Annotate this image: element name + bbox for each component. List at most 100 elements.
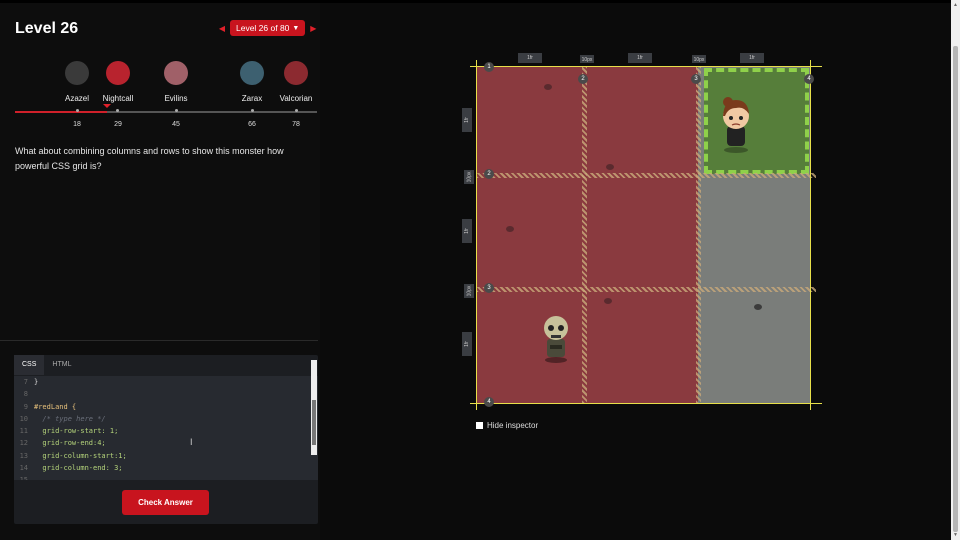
column-gap (696, 66, 701, 403)
column-size-tag: 1fr (740, 53, 764, 63)
tab-css[interactable]: CSS (14, 355, 45, 375)
code-line[interactable]: 7} (14, 376, 318, 388)
code-area[interactable]: 7} 8 9 #redLand {10 /* type here */11 grid-… (14, 376, 318, 480)
line-number: 10 (19, 414, 28, 423)
grid-line-number: 2 (484, 169, 494, 179)
scroll-down-icon[interactable]: ▼ (953, 532, 958, 538)
code-line[interactable]: 13 grid-column-start:1; (14, 450, 318, 462)
code-line[interactable]: 10 /* type here */ (14, 413, 318, 425)
boss-level: 29 (114, 121, 122, 128)
code-line[interactable]: 8 (14, 388, 318, 400)
boss-name: Nightcall (102, 94, 134, 103)
grid-line-number: 4 (804, 74, 814, 84)
check-answer-button[interactable]: Check Answer (122, 490, 209, 515)
grid-line-number: 3 (691, 74, 701, 84)
scroll-up-icon[interactable]: ▲ (953, 2, 958, 8)
page-scrollbar[interactable]: ▲ ▼ (951, 0, 960, 540)
row-size-tag: 10px (464, 284, 474, 298)
instruction-text: What about combining columns and rows to… (15, 146, 284, 171)
tick (116, 109, 119, 112)
code-text[interactable]: grid-row-start: 1; (34, 425, 118, 437)
boss-evilins[interactable]: Evilins (151, 61, 201, 103)
row-size-tag: 1fr (462, 332, 472, 356)
code-text[interactable]: grid-column-start:1; (34, 450, 126, 462)
line-number: 7 (23, 378, 28, 386)
level-navigation: ◀ Level 26 of 80 ▼ ▶ (218, 20, 317, 36)
i-beam-cursor-icon: I (190, 437, 193, 447)
progress-track (15, 109, 317, 113)
game-board: 1fr 10px 1fr 10px 1fr 1fr 10px 1fr 10px … (462, 53, 822, 410)
code-text[interactable]: /* type here */ (34, 413, 105, 425)
rock (754, 304, 762, 310)
grid-line-number: 3 (484, 283, 494, 293)
code-line[interactable]: 9 #redLand { (14, 401, 318, 413)
grid-line (470, 403, 822, 404)
boss-icon (284, 61, 308, 85)
column-size-tag: 1fr (518, 53, 542, 63)
boss-valcorian[interactable]: Valcorian (271, 61, 321, 103)
left-panel: Level 26 ◀ Level 26 of 80 ▼ ▶ Azazel Nig… (0, 3, 320, 540)
grid-area: 1fr 10px 1fr 10px 1fr 1fr 10px 1fr 10px … (462, 53, 816, 403)
boss-level: 78 (292, 121, 300, 128)
boss-level: 18 (73, 121, 81, 128)
tick (76, 109, 79, 112)
code-line[interactable]: 15 (14, 474, 318, 480)
line-number: 14 (19, 464, 28, 473)
rock (506, 226, 514, 232)
code-text[interactable]: } (34, 376, 38, 388)
rock (604, 298, 612, 304)
page-scrollbar-thumb[interactable] (953, 46, 958, 532)
column-gap (582, 66, 587, 403)
row-size-tag: 10px (464, 170, 474, 184)
boss-icon (106, 61, 130, 85)
boss-zarax[interactable]: Zarax (227, 61, 277, 103)
tick (175, 109, 178, 112)
level-select-label: Level 26 of 80 (236, 23, 290, 33)
code-line[interactable]: 12 grid-row-end:4; (14, 437, 318, 449)
hide-inspector-label: Hide inspector (487, 421, 539, 430)
grid-line-number: 2 (578, 74, 588, 84)
caret-left-icon[interactable]: ◀ (218, 24, 226, 33)
line-number: 15 (14, 474, 34, 480)
scrollbar-thumb[interactable] (312, 400, 316, 445)
hide-inspector-checkbox[interactable] (476, 422, 483, 429)
boss-name: Valcorian (279, 94, 313, 103)
hide-inspector-toggle[interactable]: Hide inspector (476, 421, 538, 430)
column-size-tag: 10px (580, 55, 594, 63)
code-text[interactable]: grid-column-end: 3; (34, 462, 122, 474)
level-select-button[interactable]: Level 26 of 80 ▼ (230, 20, 306, 36)
tab-html[interactable]: HTML (44, 355, 79, 375)
boss-progress: Azazel Nightcall Evilins Zarax Valcorian (15, 61, 317, 131)
boss-icon (164, 61, 188, 85)
rock (606, 164, 614, 170)
code-line[interactable]: 11 grid-row-start: 1; (14, 425, 318, 437)
warrior-character (723, 97, 749, 153)
editor-scrollbar[interactable] (311, 360, 317, 455)
tick (251, 109, 254, 112)
line-number: 13 (19, 451, 28, 460)
page-title: Level 26 (15, 20, 79, 37)
boss-level: 66 (248, 121, 256, 128)
grid-line (476, 60, 477, 410)
code-text[interactable]: grid-row-end:4; (34, 437, 105, 449)
row-size-tag: 1fr (462, 108, 472, 132)
line-number: 8 (23, 390, 28, 399)
grid-line (810, 60, 811, 410)
divider (0, 340, 318, 341)
progress-fill (15, 111, 107, 113)
boss-name: Evilins (164, 94, 188, 103)
code-editor: CSS HTML 7} 8 9 #redLand {10 /* type here *… (14, 355, 318, 524)
caret-down-icon: ▼ (292, 24, 300, 32)
editor-tabs: CSS HTML (14, 355, 79, 375)
current-level-marker (103, 104, 111, 108)
code-text[interactable]: #redLand { (34, 401, 76, 413)
code-line[interactable]: 14 grid-column-end: 3; (14, 462, 318, 474)
boss-icon (240, 61, 264, 85)
grid-line-number: 1 (484, 62, 494, 72)
caret-right-icon[interactable]: ▶ (309, 24, 317, 33)
row-gap (476, 287, 816, 292)
line-number: 12 (19, 439, 28, 448)
rock (544, 84, 552, 90)
boss-nightcall[interactable]: Nightcall (93, 61, 143, 103)
grid-line (470, 66, 822, 67)
